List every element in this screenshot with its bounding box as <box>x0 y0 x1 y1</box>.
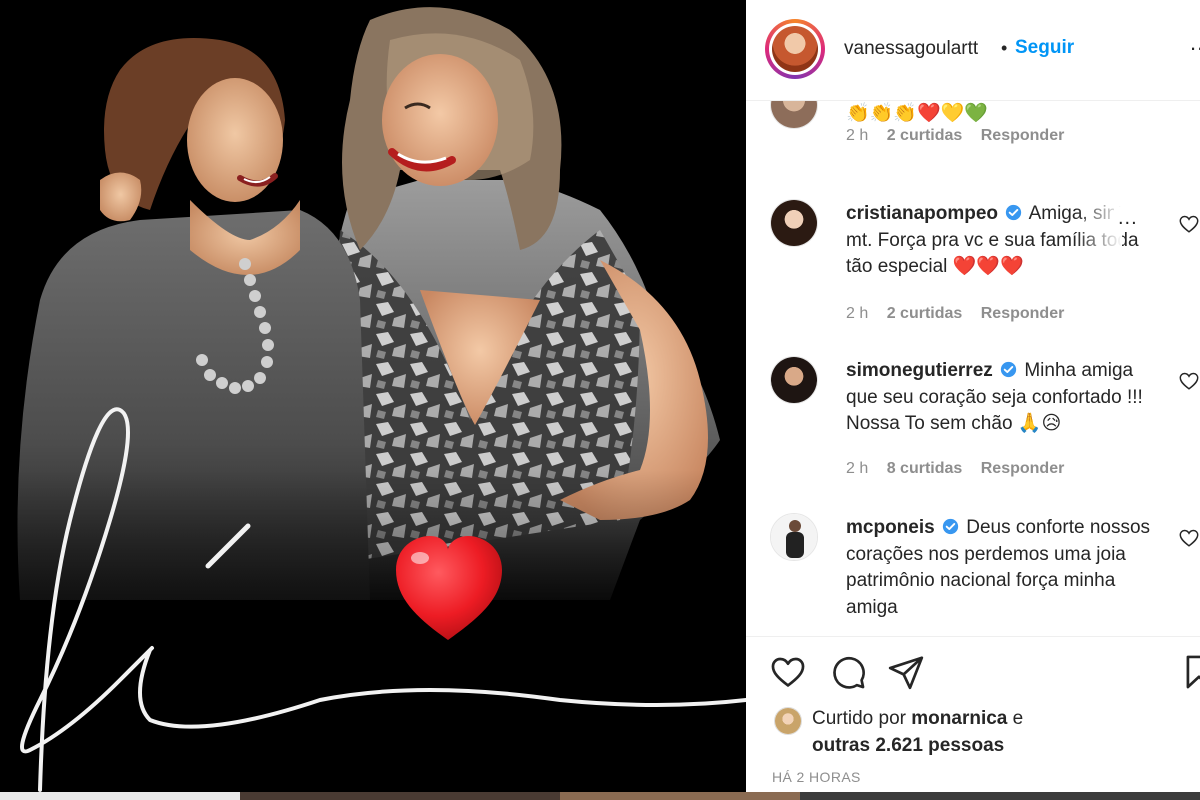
reply-button[interactable]: Responder <box>981 127 1065 144</box>
author-avatar[interactable] <box>765 19 825 79</box>
comment-options-icon[interactable]: ... <box>1114 207 1142 230</box>
comment-avatar[interactable] <box>770 101 818 129</box>
post-actions: Curtido por monarnica e outras 2.621 pes… <box>746 636 1200 792</box>
verified-badge-icon <box>1000 361 1017 378</box>
comment-likes[interactable]: 8 curtidas <box>887 460 963 477</box>
comment-text: mcponeis Deus conforte nossos corações n… <box>846 515 1164 621</box>
reply-button[interactable]: Responder <box>981 305 1065 322</box>
author-username[interactable]: vanessagoulartt <box>844 38 978 60</box>
comment-text: 👏👏👏❤️💛💚 <box>846 103 988 124</box>
heart-icon[interactable] <box>769 653 807 691</box>
verified-badge-icon <box>1006 204 1022 221</box>
share-icon[interactable] <box>887 653 925 691</box>
comment-username[interactable]: simonegutierrez <box>846 360 993 381</box>
comment-likes[interactable]: 2 curtidas <box>887 305 963 322</box>
comment-heart-icon[interactable] <box>1178 213 1200 235</box>
comment-avatar[interactable] <box>770 513 818 561</box>
comment-avatar[interactable] <box>770 356 818 404</box>
comments-list[interactable]: 👏👏👏❤️💛💚 2 h 2 curtidas Responder cristia… <box>746 101 1200 636</box>
liked-by-conj: e <box>1012 708 1024 729</box>
comment-username[interactable]: cristianapompeo <box>846 203 998 224</box>
post-illustration <box>0 7 746 792</box>
liked-by-user[interactable]: monarnica <box>911 708 1007 729</box>
comment-time: 2 h <box>846 460 869 477</box>
liked-by-text: Curtido por monarnica e outras 2.621 pes… <box>812 705 1023 759</box>
post-side-panel: vanessagoulartt • Seguir ... 👏👏👏❤️💛💚 2 h… <box>746 0 1200 792</box>
follow-button[interactable]: Seguir <box>1015 37 1074 59</box>
comment-heart-icon[interactable] <box>1178 527 1200 549</box>
comment-text: simonegutierrez Minha amiga que seu cora… <box>846 358 1164 438</box>
header-separator: • <box>1001 38 1008 58</box>
bookmark-icon[interactable] <box>1180 653 1200 691</box>
comment-likes[interactable]: 2 curtidas <box>887 127 963 144</box>
comment-time: 2 h <box>846 127 869 144</box>
liked-by-prefix: Curtido por <box>812 708 906 729</box>
text-fade <box>1076 228 1122 254</box>
comment-avatar[interactable] <box>770 199 818 247</box>
comment-heart-icon[interactable] <box>1178 370 1200 392</box>
bottom-strip <box>0 792 1200 800</box>
verified-badge-icon <box>942 518 959 535</box>
post-photo[interactable] <box>0 0 746 792</box>
more-options-icon[interactable]: ... <box>1190 30 1200 56</box>
liked-by-avatar[interactable] <box>774 707 802 735</box>
comment-meta: 2 h 2 curtidas Responder <box>846 305 1078 323</box>
comment-icon[interactable] <box>829 653 867 691</box>
comment-username[interactable]: mcponeis <box>846 517 935 538</box>
post-header: vanessagoulartt • Seguir ... <box>746 0 1200 101</box>
comment-meta: 2 h 8 curtidas Responder <box>846 460 1078 478</box>
liked-by-others[interactable]: outras 2.621 pessoas <box>812 735 1004 756</box>
reply-button[interactable]: Responder <box>981 460 1065 477</box>
comment-time: 2 h <box>846 305 869 322</box>
comment-meta: 2 h 2 curtidas Responder <box>846 127 1078 145</box>
post-timestamp[interactable]: HÁ 2 HORAS <box>772 769 861 785</box>
